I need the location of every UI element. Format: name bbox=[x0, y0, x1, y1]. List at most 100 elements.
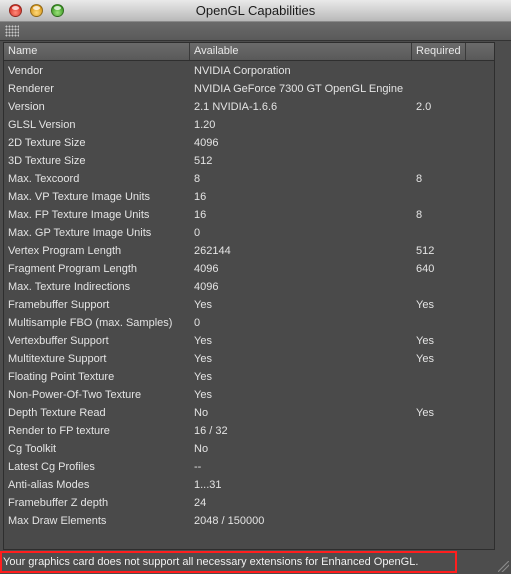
cell-name: Floating Point Texture bbox=[8, 371, 115, 383]
cell-available: NVIDIA Corporation bbox=[194, 65, 291, 77]
table-row[interactable]: GLSL Version 1.20 bbox=[4, 116, 494, 134]
grip-icon[interactable] bbox=[5, 25, 19, 37]
cell-required: Yes bbox=[416, 353, 434, 365]
table-row[interactable]: Vendor NVIDIA Corporation bbox=[4, 62, 494, 80]
resize-grip-icon[interactable] bbox=[498, 561, 509, 572]
cell-available: 1...31 bbox=[194, 479, 222, 491]
cell-required: 8 bbox=[416, 173, 423, 185]
table-row[interactable]: Floating Point Texture Yes bbox=[4, 368, 494, 386]
cell-name: Max. VP Texture Image Units bbox=[8, 191, 151, 203]
cell-name: Max. Texture Indirections bbox=[8, 281, 131, 293]
cell-available: No bbox=[194, 407, 209, 419]
cell-name: Multisample FBO (max. Samples) bbox=[8, 317, 173, 329]
table-row[interactable]: Max Draw Elements 2048 / 150000 bbox=[4, 512, 494, 530]
cell-available: Yes bbox=[194, 335, 212, 347]
cell-available: 16 / 32 bbox=[194, 425, 228, 437]
cell-available: 512 bbox=[194, 155, 213, 167]
column-header-name[interactable]: Name bbox=[4, 43, 190, 60]
cell-name: Framebuffer Support bbox=[8, 299, 110, 311]
cell-available: 4096 bbox=[194, 263, 219, 275]
table-row[interactable]: Framebuffer Support Yes Yes bbox=[4, 296, 494, 314]
cell-name: Version bbox=[8, 101, 45, 113]
cell-available: 2.1 NVIDIA-1.6.6 bbox=[194, 101, 278, 113]
cell-required: 512 bbox=[416, 245, 435, 257]
column-header-available[interactable]: Available bbox=[190, 43, 412, 60]
cell-available: 2048 / 150000 bbox=[194, 515, 265, 527]
table-row[interactable]: Framebuffer Z depth 24 bbox=[4, 494, 494, 512]
cell-available: Yes bbox=[194, 389, 212, 401]
table-row[interactable]: Render to FP texture 16 / 32 bbox=[4, 422, 494, 440]
cell-available: 8 bbox=[194, 173, 201, 185]
table-row[interactable]: Version 2.1 NVIDIA-1.6.6 2.0 bbox=[4, 98, 494, 116]
cell-name: Max Draw Elements bbox=[8, 515, 107, 527]
cell-name: Render to FP texture bbox=[8, 425, 110, 437]
table-row[interactable]: Max. Texcoord 8 8 bbox=[4, 170, 494, 188]
toolbar bbox=[0, 22, 511, 41]
cell-name: Fragment Program Length bbox=[8, 263, 138, 275]
cell-available: 0 bbox=[194, 317, 201, 329]
table-row[interactable]: Max. GP Texture Image Units 0 bbox=[4, 224, 494, 242]
cell-name: Max. Texcoord bbox=[8, 173, 80, 185]
column-header-filler bbox=[466, 43, 494, 60]
cell-name: Vertex Program Length bbox=[8, 245, 122, 257]
table-row[interactable]: Vertex Program Length 262144 512 bbox=[4, 242, 494, 260]
cell-required: 640 bbox=[416, 263, 435, 275]
table-row[interactable]: Depth Texture Read No Yes bbox=[4, 404, 494, 422]
table-row[interactable]: Vertexbuffer Support Yes Yes bbox=[4, 332, 494, 350]
status-message: Your graphics card does not support all … bbox=[0, 551, 457, 573]
cell-required: Yes bbox=[416, 407, 434, 419]
table-body: Vendor NVIDIA Corporation Renderer NVIDIA G… bbox=[4, 62, 494, 530]
cell-name: 2D Texture Size bbox=[8, 137, 86, 149]
table-row[interactable]: 2D Texture Size 4096 bbox=[4, 134, 494, 152]
cell-name: GLSL Version bbox=[8, 119, 76, 131]
cell-name: Non-Power-Of-Two Texture bbox=[8, 389, 142, 401]
cell-name: Framebuffer Z depth bbox=[8, 497, 109, 509]
cell-name: Anti-alias Modes bbox=[8, 479, 90, 491]
cell-available: 16 bbox=[194, 191, 207, 203]
cell-available: 4096 bbox=[194, 281, 219, 293]
cell-available: 1.20 bbox=[194, 119, 216, 131]
column-header-required[interactable]: Required bbox=[412, 43, 466, 60]
cell-required: 8 bbox=[416, 209, 423, 221]
cell-available: Yes bbox=[194, 371, 212, 383]
capabilities-table: Name Available Required Vendor NVIDIA Cor… bbox=[3, 42, 495, 550]
cell-available: 4096 bbox=[194, 137, 219, 149]
title-bar[interactable]: OpenGL Capabilities bbox=[0, 0, 511, 22]
table-row[interactable]: Fragment Program Length 4096 640 bbox=[4, 260, 494, 278]
cell-name: Max. GP Texture Image Units bbox=[8, 227, 152, 239]
cell-name: Max. FP Texture Image Units bbox=[8, 209, 150, 221]
table-row[interactable]: Max. FP Texture Image Units 16 8 bbox=[4, 206, 494, 224]
cell-available: Yes bbox=[194, 353, 212, 365]
table-row[interactable]: Non-Power-Of-Two Texture Yes bbox=[4, 386, 494, 404]
cell-available: NVIDIA GeForce 7300 GT OpenGL Engine bbox=[194, 83, 404, 95]
table-row[interactable]: Cg Toolkit No bbox=[4, 440, 494, 458]
cell-required: Yes bbox=[416, 335, 434, 347]
cell-name: Renderer bbox=[8, 83, 54, 95]
cell-available: Yes bbox=[194, 299, 212, 311]
table-header: Name Available Required bbox=[4, 43, 494, 61]
cell-available: -- bbox=[194, 461, 202, 473]
cell-name: Latest Cg Profiles bbox=[8, 461, 95, 473]
cell-name: Multitexture Support bbox=[8, 353, 107, 365]
cell-required: Yes bbox=[416, 299, 434, 311]
cell-available: 24 bbox=[194, 497, 207, 509]
table-row[interactable]: Multisample FBO (max. Samples) 0 bbox=[4, 314, 494, 332]
cell-available: 262144 bbox=[194, 245, 231, 257]
cell-available: 16 bbox=[194, 209, 207, 221]
table-row[interactable]: Max. Texture Indirections 4096 bbox=[4, 278, 494, 296]
table-row[interactable]: 3D Texture Size 512 bbox=[4, 152, 494, 170]
table-row[interactable]: Latest Cg Profiles -- bbox=[4, 458, 494, 476]
table-row[interactable]: Renderer NVIDIA GeForce 7300 GT OpenGL En… bbox=[4, 80, 494, 98]
cell-name: Cg Toolkit bbox=[8, 443, 57, 455]
window-title: OpenGL Capabilities bbox=[195, 3, 316, 18]
cell-available: No bbox=[194, 443, 209, 455]
table-row[interactable]: Multitexture Support Yes Yes bbox=[4, 350, 494, 368]
cell-available: 0 bbox=[194, 227, 201, 239]
cell-name: Vendor bbox=[8, 65, 43, 77]
table-row[interactable]: Max. VP Texture Image Units 16 bbox=[4, 188, 494, 206]
opengl-capabilities-window: OpenGL Capabilities Name Available Requi… bbox=[0, 0, 511, 574]
cell-name: Vertexbuffer Support bbox=[8, 335, 109, 347]
cell-required: 2.0 bbox=[416, 101, 432, 113]
cell-name: 3D Texture Size bbox=[8, 155, 86, 167]
table-row[interactable]: Anti-alias Modes 1...31 bbox=[4, 476, 494, 494]
